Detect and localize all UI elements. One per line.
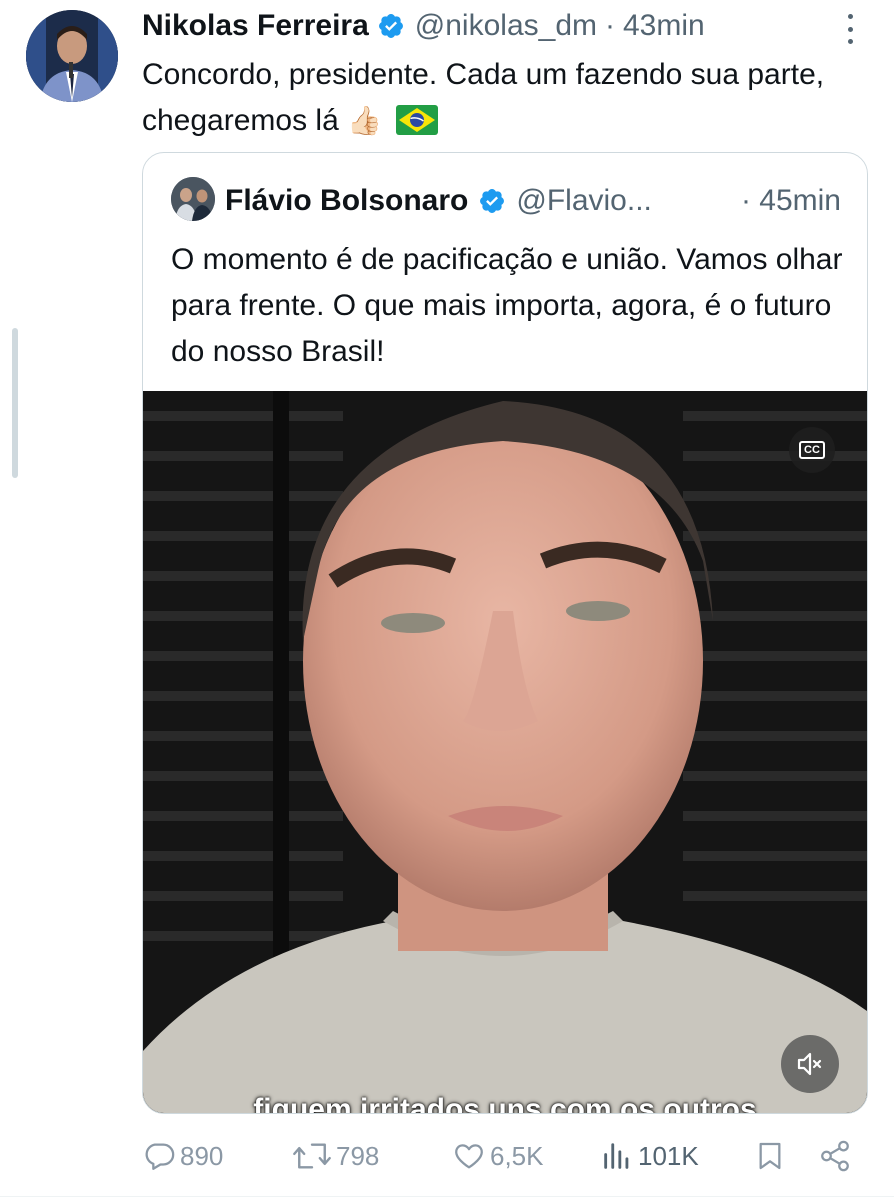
- verified-badge-icon: [480, 189, 505, 213]
- author-name[interactable]: Nikolas Ferreira: [142, 9, 369, 43]
- reply-button[interactable]: 890: [142, 1139, 223, 1173]
- reply-icon: [145, 1143, 175, 1170]
- more-options-icon[interactable]: [846, 14, 854, 44]
- views-button[interactable]: 101K: [600, 1139, 699, 1173]
- video-subtitle: fiquem irritados uns com os outros: [253, 1093, 757, 1113]
- bookmark-icon: [759, 1142, 781, 1170]
- quoted-tweet-time: · 45min: [741, 184, 841, 218]
- quoted-tweet-header: Flávio Bolsonaro @Flavio... · 45min: [225, 179, 841, 223]
- closed-captions-button[interactable]: CC: [789, 427, 835, 473]
- retweet-button[interactable]: 798: [292, 1139, 379, 1173]
- heart-icon: [455, 1144, 483, 1169]
- separator-dot: ·: [605, 9, 615, 42]
- quoted-tweet-card[interactable]: Flávio Bolsonaro @Flavio... · 45min O mo…: [142, 152, 868, 1114]
- views-count: 101K: [638, 1140, 699, 1171]
- tweet-actions-bar: 890 798 6,5K 101K: [142, 1136, 852, 1176]
- author-avatar[interactable]: [26, 10, 118, 102]
- tweet-text-body: Concordo, presidente. Cada um fazendo su…: [142, 58, 825, 137]
- quoted-tweet-text: O momento é de pacificação e união. Vamo…: [171, 243, 843, 368]
- unmute-button[interactable]: [781, 1035, 839, 1093]
- views-chart-icon: [604, 1143, 629, 1169]
- quoted-avatar-photo: [171, 177, 215, 221]
- tweet-header: Nikolas Ferreira @nikolas_dm · 43min: [142, 6, 854, 46]
- like-button[interactable]: 6,5K: [452, 1139, 544, 1173]
- brazil-flag-icon: [396, 105, 439, 135]
- share-button[interactable]: [818, 1139, 856, 1173]
- retweet-count: 798: [336, 1140, 380, 1171]
- quoted-author-handle[interactable]: @Flavio...: [516, 184, 651, 218]
- quoted-time-value: 45min: [759, 184, 841, 217]
- muted-speaker-icon: [797, 1052, 822, 1076]
- cc-label: CC: [799, 441, 825, 459]
- author-handle[interactable]: @nikolas_dm: [415, 9, 597, 43]
- reply-count: 890: [180, 1140, 224, 1171]
- quoted-author-name[interactable]: Flávio Bolsonaro: [225, 184, 468, 218]
- quoted-author-avatar[interactable]: [171, 177, 215, 221]
- avatar-photo: [26, 10, 118, 102]
- video-player[interactable]: CC fiquem irritados uns com os outros: [143, 391, 867, 1113]
- share-icon: [821, 1140, 849, 1172]
- tweet-text: Concordo, presidente. Cada um fazendo su…: [142, 52, 862, 144]
- like-count: 6,5K: [490, 1140, 544, 1171]
- scrollbar[interactable]: [12, 328, 18, 478]
- thumbs-up-emoji: 👍🏻: [347, 105, 382, 136]
- divider: [0, 1196, 894, 1197]
- verified-badge-icon: [378, 14, 403, 38]
- retweet-icon: [293, 1143, 331, 1169]
- tweet-time[interactable]: 43min: [623, 9, 705, 43]
- separator-dot: ·: [740, 184, 751, 217]
- video-frame: [143, 391, 867, 1113]
- bookmark-button[interactable]: [754, 1139, 790, 1173]
